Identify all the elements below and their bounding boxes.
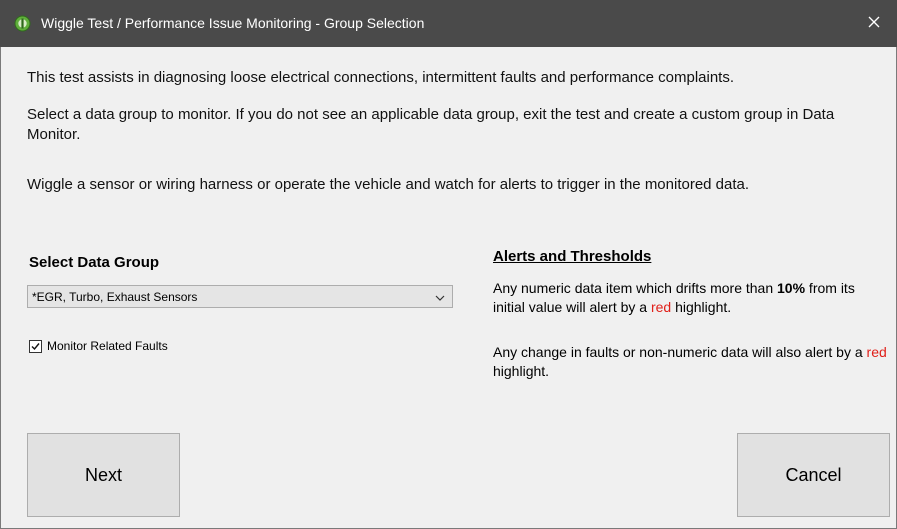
alert-rule-1-text-c: highlight. xyxy=(671,299,732,315)
intro-text-1: This test assists in diagnosing loose el… xyxy=(27,69,735,86)
select-data-group-heading: Select Data Group xyxy=(29,254,160,271)
window-title: Wiggle Test / Performance Issue Monitori… xyxy=(41,15,425,31)
alert-rule-2-text-b: highlight. xyxy=(493,363,550,379)
close-button[interactable] xyxy=(851,0,897,47)
close-icon xyxy=(868,15,880,33)
alerts-thresholds-heading: Alerts and Thresholds xyxy=(493,248,652,265)
cancel-button[interactable]: Cancel xyxy=(737,433,890,517)
title-bar: Wiggle Test / Performance Issue Monitori… xyxy=(0,0,897,47)
alert-rule-numeric: Any numeric data item which drifts more … xyxy=(493,279,888,317)
intro-text-2: Select a data group to monitor. If you d… xyxy=(27,106,835,143)
data-group-dropdown[interactable]: *EGR, Turbo, Exhaust Sensors xyxy=(27,285,453,308)
data-group-selected-value: *EGR, Turbo, Exhaust Sensors xyxy=(32,290,198,304)
red-word: red xyxy=(650,299,672,315)
alert-rule-faults: Any change in faults or non-numeric data… xyxy=(493,343,888,381)
next-button[interactable]: Next xyxy=(27,433,180,517)
app-gear-icon xyxy=(14,15,31,32)
chevron-down-icon xyxy=(434,291,446,303)
threshold-value: 10% xyxy=(777,280,806,296)
red-word: red xyxy=(866,344,887,360)
dialog-body: This test assists in diagnosing loose el… xyxy=(0,47,897,529)
alert-rule-1-text-a: Any numeric data item which drifts more … xyxy=(493,280,778,296)
monitor-faults-checkbox[interactable] xyxy=(29,340,42,353)
alert-rule-2-text-a: Any change in faults or non-numeric data… xyxy=(493,344,867,360)
monitor-faults-label: Monitor Related Faults xyxy=(47,339,168,353)
intro-text-3: Wiggle a sensor or wiring harness or ope… xyxy=(27,176,750,193)
checkmark-icon xyxy=(31,343,40,351)
